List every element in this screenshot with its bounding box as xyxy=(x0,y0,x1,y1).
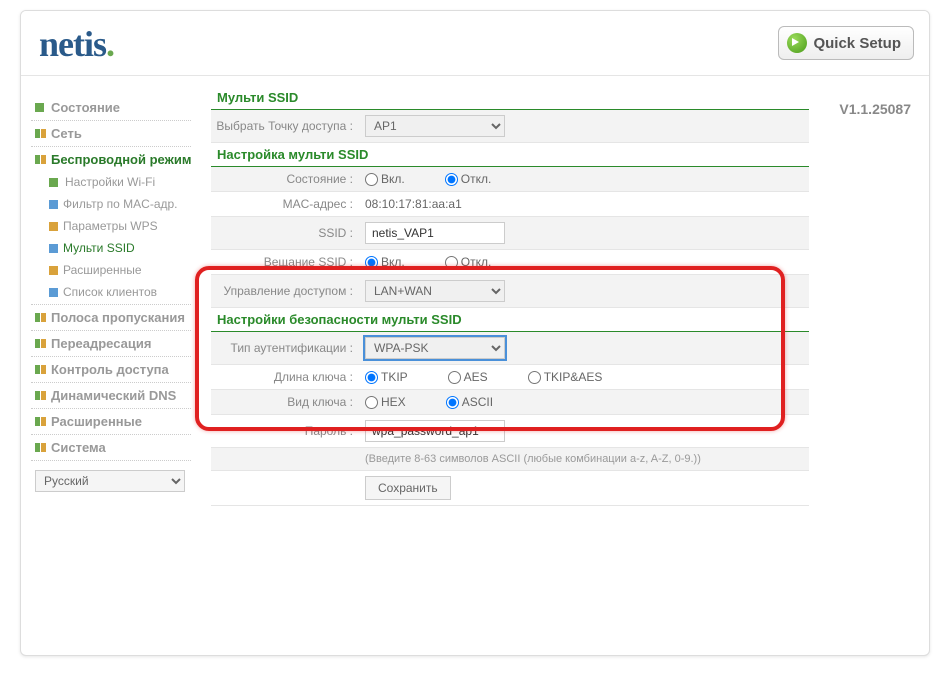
row-mac: MAC-адрес : 08:10:17:81:aa:a1 xyxy=(211,192,809,217)
password-hint: (Введите 8-63 символов ASCII (любые комб… xyxy=(361,451,809,467)
menu-icon xyxy=(35,417,46,426)
sidebar-item-label: Система xyxy=(51,440,106,455)
sidebar-item-3[interactable]: Настройки Wi-Fi xyxy=(31,171,201,193)
sidebar-item-2[interactable]: Беспроводной режим xyxy=(31,148,201,171)
section-multi-ssid-title: Мульти SSID xyxy=(211,86,809,110)
radio-tkip[interactable]: TKIP xyxy=(365,370,408,384)
menu-icon xyxy=(49,222,58,231)
label-access: Управление доступом : xyxy=(211,284,361,298)
menu-icon xyxy=(35,391,46,400)
sidebar-item-8[interactable]: Список клиентов xyxy=(31,281,201,303)
input-ssid[interactable] xyxy=(365,222,505,244)
sidebar-item-label: Переадресация xyxy=(51,336,151,351)
sidebar-item-label: Сеть xyxy=(51,126,82,141)
menu-icon xyxy=(35,365,46,374)
row-keylen: Длина ключа : TKIP AES TKIP&AES xyxy=(211,365,809,390)
menu-icon xyxy=(49,288,58,297)
radio-bcast-on[interactable]: Вкл. xyxy=(365,255,405,269)
sidebar-item-label: Параметры WPS xyxy=(63,219,158,233)
body: Состояние Сеть Беспроводной режим Настройки… xyxy=(21,76,929,655)
sidebar-item-label: Фильтр по MAC-адр. xyxy=(63,197,178,211)
radio-tkipaes[interactable]: TKIP&AES xyxy=(528,370,603,384)
label-password: Пароль : xyxy=(211,424,361,438)
language-select[interactable]: Русский xyxy=(35,470,185,492)
sidebar-item-label: Расширенные xyxy=(51,414,142,429)
radio-bcast-off[interactable]: Откл. xyxy=(445,255,492,269)
sidebar-item-11[interactable]: Контроль доступа xyxy=(31,358,201,381)
radio-aes[interactable]: AES xyxy=(448,370,488,384)
header: netis. Quick Setup xyxy=(21,11,929,76)
radio-state-on[interactable]: Вкл. xyxy=(365,172,405,186)
input-password[interactable] xyxy=(365,420,505,442)
section-security-title: Настройки безопасности мульти SSID xyxy=(211,308,809,332)
sidebar-item-6[interactable]: Мульти SSID xyxy=(31,237,201,259)
row-password: Пароль : xyxy=(211,415,809,448)
sidebar-item-label: Расширенные xyxy=(63,263,142,277)
play-icon xyxy=(787,33,807,53)
value-mac: 08:10:17:81:aa:a1 xyxy=(361,195,809,213)
row-access: Управление доступом : LAN+WAN xyxy=(211,275,809,308)
label-state: Состояние : xyxy=(211,172,361,186)
sidebar-item-14[interactable]: Система xyxy=(31,436,201,459)
select-auth[interactable]: WPA-PSK xyxy=(365,337,505,359)
menu-icon xyxy=(35,155,46,164)
sidebar-item-label: Беспроводной режим xyxy=(51,152,191,167)
label-keytype: Вид ключа : xyxy=(211,395,361,409)
sidebar-item-label: Список клиентов xyxy=(63,285,157,299)
radio-ascii[interactable]: ASCII xyxy=(446,395,493,409)
row-broadcast: Вещание SSID : Вкл. Откл. xyxy=(211,250,809,275)
menu-icon xyxy=(35,129,46,138)
sidebar-item-12[interactable]: Динамический DNS xyxy=(31,384,201,407)
sidebar-item-label: Настройки Wi-Fi xyxy=(65,175,155,189)
label-broadcast: Вещание SSID : xyxy=(211,255,361,269)
quick-setup-button[interactable]: Quick Setup xyxy=(778,26,914,60)
sidebar-item-7[interactable]: Расширенные xyxy=(31,259,201,281)
sidebar-item-5[interactable]: Параметры WPS xyxy=(31,215,201,237)
sidebar-item-label: Полоса пропускания xyxy=(51,310,185,325)
row-state: Состояние : Вкл. Откл. xyxy=(211,167,809,192)
select-ap[interactable]: AP1 xyxy=(365,115,505,137)
menu-icon xyxy=(35,313,46,322)
label-keylen: Длина ключа : xyxy=(211,370,361,384)
menu-icon xyxy=(35,103,44,112)
menu-icon xyxy=(35,443,46,452)
logo: netis. xyxy=(39,24,114,64)
sidebar: Состояние Сеть Беспроводной режим Настройки… xyxy=(21,76,201,655)
menu-icon xyxy=(49,200,58,209)
content: Мульти SSID Выбрать Точку доступа : AP1 … xyxy=(201,76,929,655)
sidebar-item-9[interactable]: Полоса пропускания xyxy=(31,306,201,329)
select-access[interactable]: LAN+WAN xyxy=(365,280,505,302)
sidebar-item-10[interactable]: Переадресация xyxy=(31,332,201,355)
sidebar-item-label: Состояние xyxy=(51,100,120,115)
app-frame: netis. Quick Setup V1.1.25087 СостояниеС… xyxy=(20,10,930,656)
row-keytype: Вид ключа : HEX ASCII xyxy=(211,390,809,415)
sidebar-item-1[interactable]: Сеть xyxy=(31,122,201,145)
label-auth: Тип аутентификации : xyxy=(211,341,361,355)
sidebar-item-4[interactable]: Фильтр по MAC-адр. xyxy=(31,193,201,215)
row-select-ap: Выбрать Точку доступа : AP1 xyxy=(211,110,809,143)
quick-setup-label: Quick Setup xyxy=(813,35,901,52)
menu-icon xyxy=(49,244,58,253)
radio-hex[interactable]: HEX xyxy=(365,395,406,409)
row-hint: (Введите 8-63 символов ASCII (любые комб… xyxy=(211,448,809,471)
menu-icon xyxy=(35,339,46,348)
menu-icon xyxy=(49,266,58,275)
radio-state-off[interactable]: Откл. xyxy=(445,172,492,186)
row-save: Сохранить xyxy=(211,471,809,506)
row-auth: Тип аутентификации : WPA-PSK xyxy=(211,332,809,365)
row-ssid: SSID : xyxy=(211,217,809,250)
section-multi-ssid-config-title: Настройка мульти SSID xyxy=(211,143,809,167)
menu-icon xyxy=(49,178,58,187)
save-button[interactable]: Сохранить xyxy=(365,476,451,500)
sidebar-item-0[interactable]: Состояние xyxy=(31,96,201,119)
sidebar-item-label: Мульти SSID xyxy=(63,241,135,255)
sidebar-item-13[interactable]: Расширенные xyxy=(31,410,201,433)
sidebar-item-label: Динамический DNS xyxy=(51,388,176,403)
label-select-ap: Выбрать Точку доступа : xyxy=(211,119,361,133)
label-mac: MAC-адрес : xyxy=(211,197,361,211)
label-ssid: SSID : xyxy=(211,226,361,240)
sidebar-item-label: Контроль доступа xyxy=(51,362,169,377)
